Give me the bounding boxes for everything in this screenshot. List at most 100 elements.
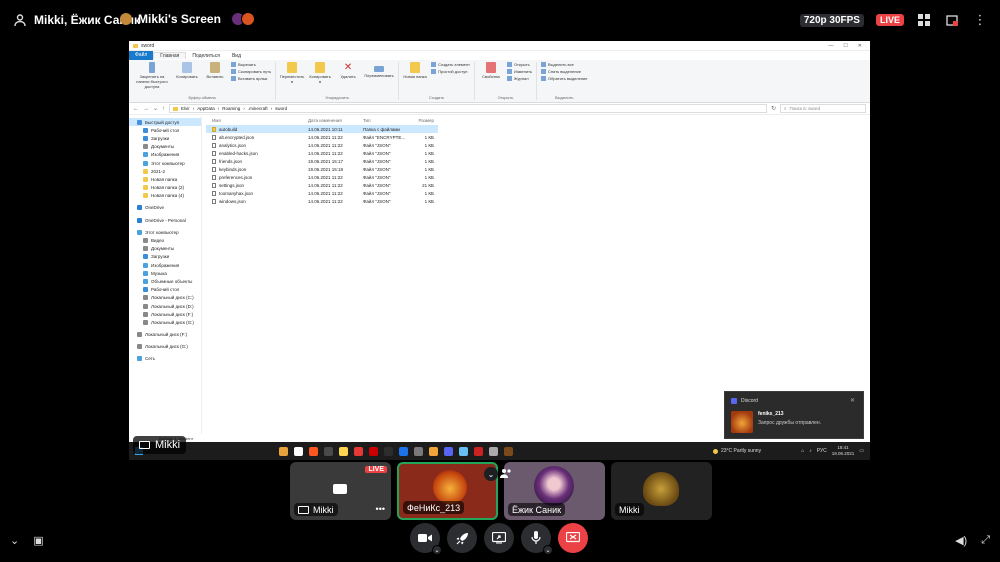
popout-icon[interactable] — [944, 12, 960, 28]
nav-item[interactable]: Загрузки — [129, 253, 201, 261]
breadcrumb-item[interactable]: sword — [275, 106, 287, 111]
chevron-down-icon[interactable]: ⌄ — [432, 545, 442, 555]
volume-icon[interactable]: ♪ — [809, 448, 812, 454]
windows-notification[interactable]: Discord ✕ feniks_213 Запрос дружбы отпра… — [724, 391, 864, 439]
tab-share[interactable]: Поделиться — [186, 53, 226, 59]
taskbar-app-icon[interactable] — [429, 446, 438, 456]
close-icon[interactable]: ✕ — [858, 43, 862, 49]
file-row[interactable]: windows.json 14.06.2021 11:22 Файл "JSON" 1… — [206, 197, 870, 205]
column-name[interactable]: Имя — [206, 118, 308, 123]
nav-item[interactable]: Локальный диск (F:) — [129, 331, 201, 339]
select-all-button[interactable]: Выделить все — [540, 62, 588, 67]
viewer-avatars[interactable] — [230, 12, 255, 26]
participant-tile[interactable]: ФеНиКс_213 — [397, 462, 498, 520]
stop-streaming-button[interactable] — [558, 523, 588, 553]
file-row[interactable]: friends.json 19.06.2021 15:17 Файл "JSON" 1… — [206, 157, 870, 165]
new-item-button[interactable]: Создать элемент — [431, 62, 470, 67]
chevron-down-icon[interactable]: ⌄ — [543, 545, 553, 555]
grid-layout-icon[interactable] — [916, 12, 932, 28]
easy-access-button[interactable]: Простой доступ — [431, 69, 470, 74]
more-icon[interactable]: ••• — [376, 504, 385, 514]
copy-button[interactable]: Копировать — [175, 62, 199, 95]
breadcrumb-item[interactable]: Elvir — [181, 106, 190, 111]
refresh-icon[interactable]: ↻ — [771, 105, 776, 112]
file-row[interactable]: settings.json 14.06.2021 11:22 Файл "JSON"… — [206, 181, 870, 189]
paste-button[interactable]: Вставить — [203, 62, 227, 95]
minimize-icon[interactable]: — — [828, 43, 833, 49]
members-icon[interactable] — [500, 468, 512, 481]
taskbar-app-icon[interactable] — [324, 446, 333, 456]
address-path[interactable]: Elvir › AppData › Roaming › .minecraft › swo… — [169, 104, 767, 113]
open-button[interactable]: Открыть — [506, 62, 532, 67]
nav-item[interactable]: Локальный диск (F:) — [129, 310, 201, 318]
share-screen-button[interactable] — [484, 523, 514, 553]
pin-button[interactable]: Закрепить на панели быстрого доступа — [133, 62, 171, 95]
nav-item[interactable]: Этот компьютер — [129, 159, 201, 167]
nav-item[interactable]: Документы — [129, 143, 201, 151]
file-row[interactable]: preferences.json 14.06.2021 11:22 Файл "JS… — [206, 173, 870, 181]
maximize-icon[interactable]: ☐ — [843, 43, 847, 49]
chevron-down-icon[interactable]: ⌄ — [10, 534, 19, 547]
file-row[interactable]: enabled-hacks.json 14.06.2021 11:22 Файл "… — [206, 149, 870, 157]
taskbar-app-icon[interactable] — [504, 446, 513, 456]
taskbar-app-icon[interactable] — [354, 446, 363, 456]
taskbar-app-icon[interactable] — [489, 446, 498, 456]
file-row[interactable]: toomanyhax.json 14.06.2021 11:22 Файл "JSO… — [206, 189, 870, 197]
rename-button[interactable]: Переименовать — [364, 62, 394, 95]
invert-selection-button[interactable]: Обратить выделение — [540, 76, 588, 81]
taskbar-app-icon[interactable] — [414, 446, 423, 456]
taskbar-app-icon[interactable] — [399, 446, 408, 456]
nav-item[interactable]: Видео — [129, 236, 201, 244]
cut-button[interactable]: Вырезать — [231, 62, 271, 67]
copy-to-button[interactable]: Копировать в — [308, 62, 332, 95]
volume-icon[interactable]: ◀) — [955, 534, 967, 547]
participant-tile[interactable]: Mikki — [611, 462, 712, 520]
nav-item[interactable]: Изображения — [129, 151, 201, 159]
column-size[interactable]: Размер — [408, 118, 438, 123]
taskbar-app-icon[interactable] — [339, 446, 348, 456]
column-type[interactable]: Тип — [363, 118, 408, 123]
nav-item[interactable]: Музыка — [129, 269, 201, 277]
properties-button[interactable]: Свойства — [479, 62, 503, 95]
file-row[interactable]: autobuild 14.06.2021 10:11 Папка с файлами — [206, 125, 438, 133]
more-options-icon[interactable]: ⋮ — [972, 12, 988, 28]
nav-item[interactable]: Рабочий стол — [129, 126, 201, 134]
nav-item[interactable]: Локальный диск (C:) — [129, 294, 201, 302]
participant-tile[interactable]: LIVE Mikki ••• — [290, 462, 391, 520]
activity-icon[interactable]: ▣ — [33, 534, 43, 547]
search-input[interactable]: ⌕ Поиск в: sword — [780, 104, 866, 113]
paste-shortcut-button[interactable]: Вставить ярлык — [231, 76, 271, 81]
breadcrumb-item[interactable]: AppData — [197, 106, 215, 111]
nav-item[interactable]: Этот компьютер — [129, 228, 201, 236]
taskbar-app-icon[interactable] — [474, 446, 483, 456]
chevron-down-icon[interactable]: ⌄ — [484, 467, 498, 481]
history-button[interactable]: Журнал — [506, 76, 532, 81]
nav-item[interactable]: Локальный диск (G:) — [129, 343, 201, 351]
tab-home[interactable]: Главная — [153, 52, 187, 59]
nav-item[interactable]: OneDrive - Personal — [129, 216, 201, 224]
nav-item[interactable]: Сеть — [129, 355, 201, 363]
tab-file[interactable]: Файл — [129, 51, 154, 60]
delete-button[interactable]: ✕ Удалить — [336, 62, 360, 95]
file-row[interactable]: keybinds.json 19.06.2021 15:18 Файл "JSON"… — [206, 165, 870, 173]
fullscreen-icon[interactable]: ⤢ — [981, 534, 990, 547]
nav-item[interactable]: OneDrive — [129, 204, 201, 212]
taskbar-app-icon[interactable] — [279, 446, 288, 456]
chevron-down-icon[interactable]: ⌄ — [153, 105, 158, 112]
copy-path-button[interactable]: Скопировать путь — [231, 69, 271, 74]
breadcrumb-item[interactable]: .minecraft — [248, 106, 268, 111]
taskbar-app-icon[interactable] — [369, 446, 378, 456]
taskbar-app-icon[interactable] — [444, 446, 453, 456]
back-arrow-icon[interactable]: ← — [133, 106, 139, 112]
file-row[interactable]: alt.encrypted.json 14.06.2021 11:22 Файл "… — [206, 133, 870, 141]
tab-view[interactable]: Вид — [226, 53, 247, 59]
edit-button[interactable]: Изменить — [506, 69, 532, 74]
nav-item[interactable]: Рабочий стол — [129, 286, 201, 294]
breadcrumb-item[interactable]: Roaming — [222, 106, 240, 111]
new-folder-button[interactable]: Новая папка — [403, 62, 427, 95]
nav-item[interactable]: 2021-2 — [129, 167, 201, 175]
activities-button[interactable] — [447, 523, 477, 553]
participant-tile[interactable]: Ёжик Саник — [504, 462, 605, 520]
nav-item[interactable]: Объемные объекты — [129, 277, 201, 285]
nav-item[interactable]: Документы — [129, 245, 201, 253]
